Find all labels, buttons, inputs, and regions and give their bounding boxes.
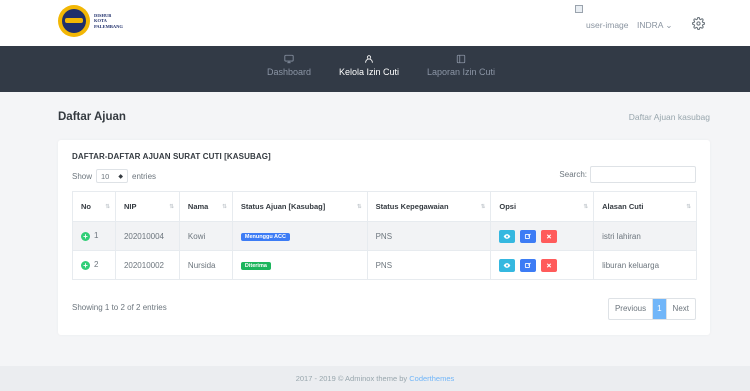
nav-kelola-label: Kelola Izin Cuti xyxy=(339,67,400,77)
dishub-emblem-icon xyxy=(58,5,90,37)
edit-button[interactable] xyxy=(520,258,537,272)
table-row: +2 202010002 Nursida Diterima PNS libura… xyxy=(72,250,697,280)
page-title: Daftar Ajuan xyxy=(58,111,126,123)
footer: 2017 - 2019 © Adminox theme by Coderthem… xyxy=(0,366,750,391)
cell-nip: 202010004 xyxy=(114,221,180,251)
logo-line-3: PALEMBANG xyxy=(94,23,123,29)
col-header-no[interactable]: No ⇅ xyxy=(72,191,116,222)
cell-opsi xyxy=(490,221,595,251)
table-info: Showing 1 to 2 of 2 entries xyxy=(72,303,167,312)
footer-text: 2017 - 2019 © Adminox theme by xyxy=(295,374,410,383)
cell-alasan-cuti: istri lahiran xyxy=(593,221,697,251)
nav-laporan-label: Laporan Izin Cuti xyxy=(427,67,496,77)
monitor-icon xyxy=(284,54,294,64)
show-label: Show xyxy=(72,171,93,181)
view-button[interactable] xyxy=(499,258,516,272)
show-entries: Show 10 ◆ entries xyxy=(72,169,156,183)
col-header-nama[interactable]: Nama ⇅ xyxy=(178,191,233,222)
expand-row-icon[interactable]: + xyxy=(81,261,90,270)
ajuan-table: No ⇅ NIP ⇅ Nama ⇅ Status Ajuan [Kasubag] ⇅ S… xyxy=(72,191,697,280)
topbar: DISHUB KOTA PALEMBANG user-image INDRA ⌄ xyxy=(0,0,750,46)
main-navbar: Dashboard Kelola Izin Cuti Laporan Izin … xyxy=(0,46,750,92)
user-icon xyxy=(365,55,373,63)
col-header-nip[interactable]: NIP ⇅ xyxy=(114,191,180,222)
cell-status-ajuan: Diterima xyxy=(231,250,368,280)
search-label: Search: xyxy=(559,170,587,179)
cell-nip: 202010002 xyxy=(114,250,180,280)
table-row: +1 202010004 Kowi Menunggu ACC PNS istri… xyxy=(72,221,697,251)
sort-icon: ⇅ xyxy=(105,204,110,210)
previous-button[interactable]: Previous xyxy=(609,299,654,319)
cell-alasan-cuti: liburan keluarga xyxy=(593,250,697,280)
nav-dashboard[interactable]: Dashboard xyxy=(267,54,311,77)
breadcrumb: Daftar Ajuan kasubag xyxy=(628,112,710,122)
cell-opsi xyxy=(490,250,595,280)
user-name: INDRA xyxy=(637,20,663,30)
col-header-status-ajuan[interactable]: Status Ajuan [Kasubag] ⇅ xyxy=(231,191,368,222)
eye-icon xyxy=(504,233,511,239)
search-box: Search: xyxy=(559,166,696,183)
delete-button[interactable] xyxy=(541,229,558,243)
cell-no: +1 xyxy=(72,221,116,251)
cell-status-kepegawaian: PNS xyxy=(366,250,492,280)
gear-icon[interactable] xyxy=(692,17,705,30)
cell-no: +2 xyxy=(72,250,116,280)
cell-nama: Kowi xyxy=(178,221,233,251)
card-title: DAFTAR-DAFTAR AJUAN SURAT CUTI [KASUBAG] xyxy=(72,152,271,161)
edit-button[interactable] xyxy=(520,229,537,243)
delete-button[interactable] xyxy=(541,258,558,272)
ajuan-card: DAFTAR-DAFTAR AJUAN SURAT CUTI [KASUBAG]… xyxy=(58,140,710,335)
entries-value: 10 xyxy=(101,171,110,181)
sort-icon: ⇅ xyxy=(222,204,227,210)
cell-status-kepegawaian: PNS xyxy=(366,221,492,251)
search-input[interactable] xyxy=(590,166,696,183)
coderthemes-link[interactable]: Coderthemes xyxy=(409,374,454,383)
nav-laporan-izin-cuti[interactable]: Laporan Izin Cuti xyxy=(427,54,495,77)
col-header-alasan-cuti[interactable]: Alasan Cuti ⇅ xyxy=(593,191,697,222)
sort-icon: ⇅ xyxy=(356,204,362,210)
entries-select[interactable]: 10 ◆ xyxy=(96,169,129,183)
col-header-status-kepegawaian[interactable]: Status Kepegawaian ⇅ xyxy=(366,191,492,222)
sort-icon: ⇅ xyxy=(686,204,691,210)
cell-status-ajuan: Menunggu ACC xyxy=(231,221,368,251)
sort-icon: ⇅ xyxy=(169,204,174,210)
broken-image-icon xyxy=(575,5,583,13)
user-image-alt[interactable]: user-image xyxy=(586,20,629,30)
edit-icon xyxy=(525,233,532,239)
eye-icon xyxy=(504,262,511,268)
next-button[interactable]: Next xyxy=(665,299,695,319)
nav-dashboard-label: Dashboard xyxy=(267,67,312,77)
logo-text: DISHUB KOTA PALEMBANG xyxy=(94,13,123,30)
chevron-down-icon: ⌄ xyxy=(665,20,673,30)
select-arrows-icon: ◆ xyxy=(118,173,124,180)
status-badge: Diterima xyxy=(240,262,271,270)
sort-icon: ⇅ xyxy=(480,204,486,210)
close-icon xyxy=(547,262,552,268)
page-1-button[interactable]: 1 xyxy=(653,299,666,319)
pagination: Previous 1 Next xyxy=(607,298,696,320)
entries-label: entries xyxy=(132,171,157,181)
status-badge: Menunggu ACC xyxy=(240,233,290,241)
sort-icon: ⇅ xyxy=(583,204,589,210)
layout-icon xyxy=(456,54,466,64)
nav-kelola-izin-cuti[interactable]: Kelola Izin Cuti xyxy=(339,54,399,77)
expand-row-icon[interactable]: + xyxy=(81,232,90,241)
col-header-opsi[interactable]: Opsi ⇅ xyxy=(490,191,595,222)
dishub-logo[interactable]: DISHUB KOTA PALEMBANG xyxy=(58,5,123,37)
table-header-row: No ⇅ NIP ⇅ Nama ⇅ Status Ajuan [Kasubag] ⇅ S… xyxy=(72,191,697,222)
user-dropdown[interactable]: INDRA ⌄ xyxy=(637,20,672,31)
close-icon xyxy=(547,233,552,239)
edit-icon xyxy=(525,262,532,268)
cell-nama: Nursida xyxy=(178,250,233,280)
view-button[interactable] xyxy=(499,229,516,243)
